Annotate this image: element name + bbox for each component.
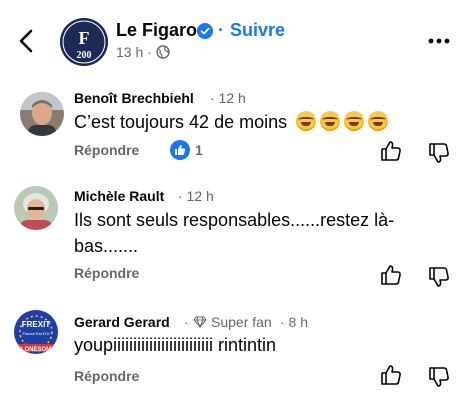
rofl-emoji-icon [296, 111, 317, 131]
comment-time-2: · 12 h [178, 188, 214, 204]
reply-button-3[interactable]: Répondre [74, 368, 139, 384]
reply-button-1[interactable]: Répondre [74, 142, 139, 158]
more-options-icon[interactable] [428, 36, 450, 46]
back-arrow-icon[interactable] [14, 28, 40, 54]
comment-text-3: youpiiiiiiiiiiiiiiiiiiiiiiiii rintintin [74, 335, 277, 355]
verified-badge-icon [197, 23, 213, 39]
page-avatar[interactable]: F 200 [60, 18, 108, 66]
follow-button[interactable]: Suivre [230, 20, 285, 41]
person-photo-icon [20, 92, 64, 136]
like-reaction-icon[interactable] [170, 140, 190, 160]
avatar-text-bottom: LONESOME [21, 347, 55, 353]
comment-time-3: · 8 h [280, 314, 309, 330]
reaction-count-1: 1 [195, 142, 203, 158]
dislike-button-icon[interactable] [428, 366, 450, 388]
comment-text-2-line1: Ils sont seuls responsables......restez … [74, 210, 395, 230]
avatar-text-mid: France Est D'U [23, 331, 50, 336]
diamond-icon [193, 316, 207, 328]
commenter-avatar-3[interactable]: FREXIT France Est D'U LONESOME [14, 310, 58, 354]
commenter-name-2[interactable]: Michèle Rault [74, 188, 164, 204]
logo-number: 200 [77, 50, 92, 61]
comment-time-1: · 12 h [210, 90, 246, 106]
post-time: 13 h · [116, 44, 170, 60]
le-figaro-logo-icon: F 200 [60, 18, 108, 66]
commenter-avatar-1[interactable] [20, 92, 64, 136]
rofl-emoji-icon [320, 111, 341, 131]
commenter-avatar-2[interactable] [14, 186, 58, 230]
post-time-label: 13 h · [116, 44, 152, 60]
like-button-icon[interactable] [380, 140, 402, 162]
person-photo-icon [14, 186, 58, 230]
dislike-button-icon[interactable] [428, 266, 450, 288]
rofl-emoji-icon [368, 111, 389, 131]
comment-text-1-content: C’est toujours 42 de moins [74, 112, 288, 132]
rofl-emoji-icon [344, 111, 365, 131]
comment-text-2-line2: bas....... [74, 236, 139, 256]
page-title[interactable]: Le Figaro [116, 20, 197, 41]
dislike-button-icon[interactable] [428, 142, 450, 164]
super-fan-badge: Super fan [211, 314, 272, 330]
reply-button-2[interactable]: Répondre [74, 265, 139, 281]
badge-separator: · [184, 314, 189, 330]
like-button-icon[interactable] [380, 364, 402, 386]
avatar-text-top: FREXIT [22, 320, 51, 329]
commenter-name-3[interactable]: Gerard Gerard [74, 314, 170, 330]
svg-text:F: F [79, 28, 90, 48]
title-separator: · [218, 20, 224, 40]
thumbs-up-icon [175, 145, 186, 155]
like-button-icon[interactable] [380, 264, 402, 286]
commenter-name-1[interactable]: Benoît Brechbiehl [74, 90, 194, 106]
comment-text-1: C’est toujours 42 de moins [74, 108, 389, 137]
globe-icon [156, 45, 170, 59]
frexit-avatar-icon: FREXIT France Est D'U LONESOME [14, 310, 58, 354]
